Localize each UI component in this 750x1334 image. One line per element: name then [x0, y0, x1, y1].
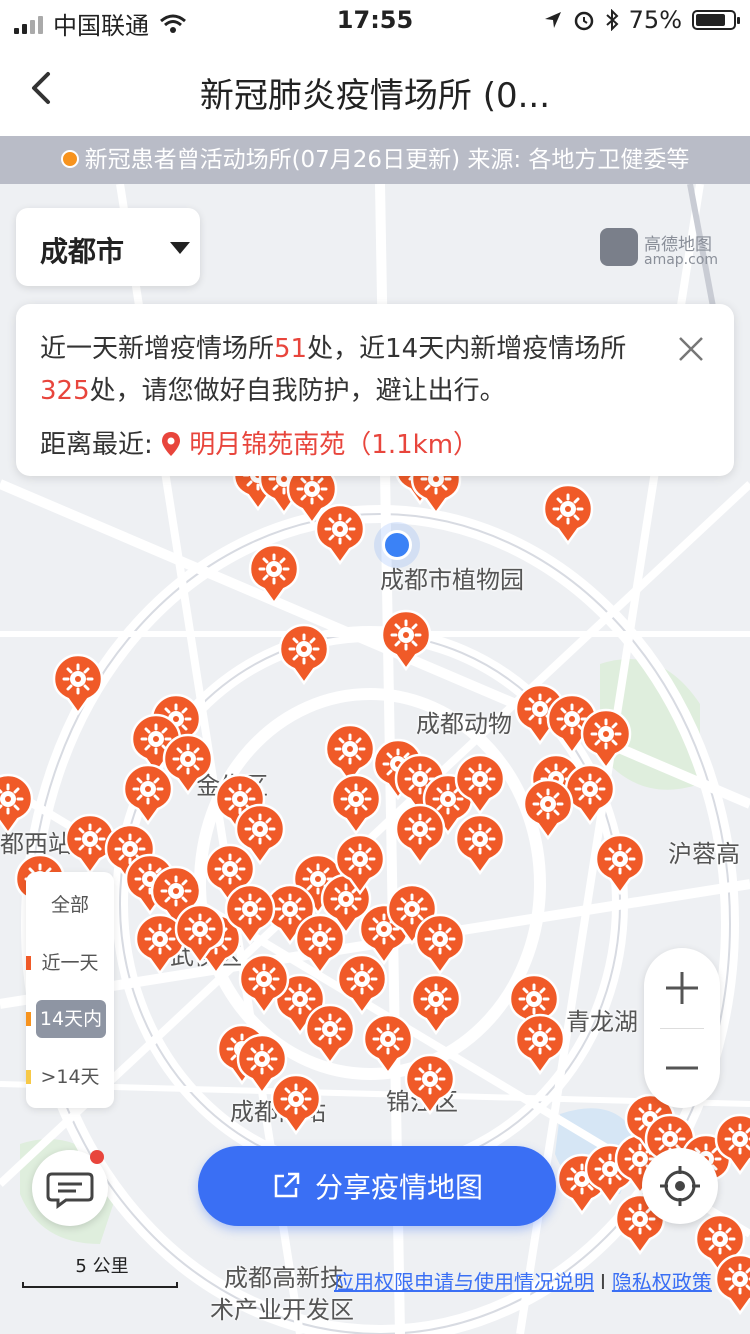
update-banner: 新冠患者曾活动场所(07月26日更新) 来源: 各地方卫健委等	[0, 136, 750, 184]
locate-me-button[interactable]	[642, 1148, 718, 1224]
new-today-count: 51	[274, 334, 308, 364]
label-qinglong-lake: 青龙湖	[566, 1008, 638, 1036]
virus-pin-icon[interactable]	[304, 1003, 356, 1065]
virus-pin-icon[interactable]	[414, 913, 466, 975]
city-name: 成都市	[40, 235, 125, 268]
banner-text: 新冠患者曾活动场所(07月26日更新) 来源: 各地方卫健委等	[84, 147, 690, 173]
battery-percent: 75%	[628, 6, 682, 34]
virus-pin-icon[interactable]	[522, 778, 574, 840]
info-card: 近一天新增疫情场所51处，近14天内新增疫情场所 325处，请您做好自我防护，避让…	[16, 304, 734, 476]
status-bar: 中国联通 17:55 75%	[0, 0, 750, 40]
page-title: 新冠肺炎疫情场所 (0...	[199, 76, 551, 116]
virus-pin-icon[interactable]	[278, 623, 330, 685]
location-pin-icon	[162, 432, 181, 456]
city-selector[interactable]: 成都市	[16, 208, 200, 286]
virus-pin-icon[interactable]	[542, 483, 594, 545]
nearest-label: 距离最近:	[40, 430, 162, 460]
virus-pin-icon[interactable]	[594, 833, 646, 895]
virus-pin-icon[interactable]	[0, 773, 34, 835]
feedback-button[interactable]	[32, 1150, 108, 1226]
amap-domain: amap.com	[644, 252, 719, 268]
zoom-in-button[interactable]	[644, 948, 720, 1028]
label-hightech-1: 成都高新技	[224, 1264, 344, 1292]
swatch-14	[26, 1012, 31, 1026]
swatch-day	[26, 956, 31, 970]
scale-label: 5 公里	[75, 1256, 129, 1277]
nav-bar: 新冠肺炎疫情场所 (0...	[0, 40, 750, 136]
filter-older-label: >14天	[40, 1066, 100, 1088]
info-message: 近一天新增疫情场所51处，近14天内新增疫情场所 325处，请您做好自我防护，避让…	[40, 328, 640, 412]
virus-pin-icon[interactable]	[238, 953, 290, 1015]
virus-pin-icon[interactable]	[174, 903, 226, 965]
label-botanic-garden: 成都市植物园	[380, 566, 524, 594]
nearest-place[interactable]: 距离最近: 明月锦苑南苑（1.1km）	[40, 424, 479, 461]
battery-icon	[692, 10, 740, 30]
virus-pin-icon[interactable]	[714, 1253, 750, 1315]
filter-last-day[interactable]: 近一天	[26, 944, 114, 982]
virus-pin-icon[interactable]	[314, 503, 366, 565]
permission-link[interactable]: 应用权限申请与使用情况说明	[334, 1270, 594, 1294]
plus-icon	[666, 972, 698, 1004]
zoom-out-button[interactable]	[644, 1028, 720, 1108]
new-14day-count: 325	[40, 376, 90, 406]
virus-pin-icon[interactable]	[224, 883, 276, 945]
amap-logo: 高德地图 amap.com	[600, 228, 726, 272]
virus-pin-icon[interactable]	[122, 763, 174, 825]
label-hurong: 沪蓉高	[668, 840, 740, 868]
virus-pin-icon[interactable]	[248, 543, 300, 605]
alarm-icon	[574, 11, 593, 31]
virus-pin-icon[interactable]	[410, 973, 462, 1035]
filter-all[interactable]: 全部	[26, 886, 114, 924]
virus-pin-icon[interactable]	[454, 753, 506, 815]
swatch-older	[26, 1070, 31, 1084]
msg-part-2: 处，近14天内新增疫情场所	[307, 334, 627, 364]
privacy-link[interactable]: 隐私权政策	[612, 1270, 712, 1294]
label-hightech-2: 术产业开发区	[210, 1296, 354, 1324]
close-icon[interactable]	[676, 334, 706, 364]
virus-pin-icon[interactable]	[714, 1113, 750, 1175]
virus-pin-icon[interactable]	[380, 609, 432, 671]
paper-plane-icon	[600, 228, 638, 266]
time-filter-legend: 全部 近一天 14天内 >14天	[26, 872, 114, 1108]
share-map-button[interactable]: 分享疫情地图	[198, 1146, 556, 1226]
filter-14-days[interactable]: 14天内	[36, 1000, 106, 1038]
virus-pin-icon[interactable]	[334, 833, 386, 895]
filter-last-day-label: 近一天	[41, 952, 99, 974]
msg-part-1: 近一天新增疫情场所	[40, 334, 275, 364]
link-separator: I	[600, 1270, 606, 1294]
share-label: 分享疫情地图	[314, 1171, 483, 1204]
notification-dot	[90, 1150, 104, 1164]
virus-pin-icon[interactable]	[404, 1053, 456, 1115]
virus-pin-icon[interactable]	[52, 653, 104, 715]
caret-down-icon	[170, 242, 190, 254]
share-external-icon	[274, 1172, 300, 1198]
virus-pin-icon[interactable]	[454, 813, 506, 875]
user-location-dot	[382, 530, 412, 560]
virus-pin-icon[interactable]	[514, 1013, 566, 1075]
location-arrow-icon	[544, 12, 561, 28]
orange-dot-icon	[60, 150, 79, 168]
minus-icon	[666, 1066, 698, 1070]
map-scale: 5 公里	[22, 1252, 182, 1288]
zoom-control	[644, 948, 720, 1108]
virus-pin-icon[interactable]	[270, 1073, 322, 1135]
legal-links: 应用权限申请与使用情况说明 I 隐私权政策	[334, 1266, 712, 1295]
filter-14-days-label: 14天内	[39, 1008, 103, 1030]
filter-older[interactable]: >14天	[26, 1058, 114, 1096]
bluetooth-icon	[605, 9, 619, 31]
crosshair-icon	[660, 1166, 700, 1206]
virus-pin-icon[interactable]	[394, 803, 446, 865]
msg-part-3: 处，请您做好自我防护，避让出行。	[89, 376, 506, 406]
nearest-place-name: 明月锦苑南苑（1.1km）	[189, 430, 480, 460]
scale-bar	[22, 1282, 178, 1288]
virus-pin-icon[interactable]	[580, 708, 632, 770]
label-zoo: 成都动物	[416, 710, 512, 738]
